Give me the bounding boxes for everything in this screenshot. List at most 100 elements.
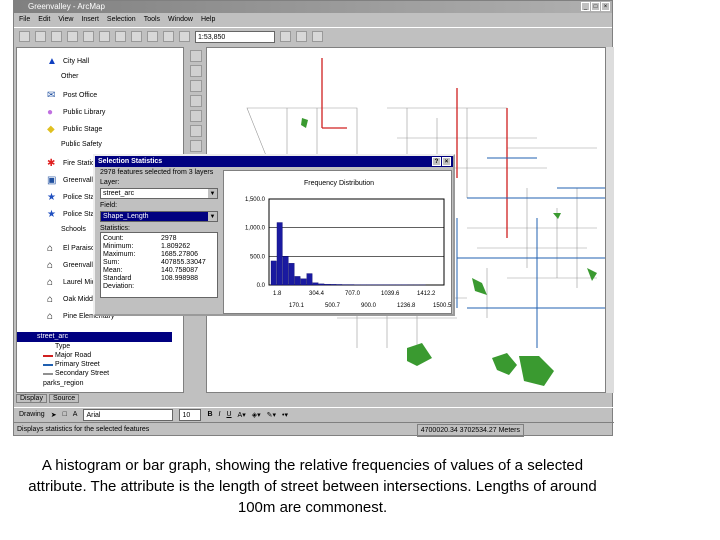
toc-item[interactable]: Schools [61, 226, 86, 233]
field-dropdown[interactable]: Shape_Length ▼ [100, 211, 218, 222]
copy-icon[interactable] [99, 31, 110, 42]
underline-icon[interactable]: U [226, 411, 231, 418]
save-icon[interactable] [51, 31, 62, 42]
undo-icon[interactable] [147, 31, 158, 42]
whats-this-icon[interactable] [312, 31, 323, 42]
back-icon[interactable] [190, 140, 202, 152]
cut-icon[interactable] [83, 31, 94, 42]
x-tick-label: 170.1 [289, 303, 305, 309]
statistic-value: 407855.33047 [161, 259, 206, 266]
toc-item[interactable]: ◆ Public Stage [47, 124, 102, 135]
legend-item: Secondary Street [43, 370, 109, 377]
toc-item[interactable]: ⌂ El Paraiso [47, 243, 95, 254]
font-color-icon[interactable]: A▾ [238, 411, 246, 419]
tab-source[interactable]: Source [48, 394, 80, 403]
menu-tools[interactable]: Tools [144, 13, 160, 27]
star-icon: ★ [47, 209, 56, 220]
field-label: Field: [100, 202, 118, 209]
statistic-value: 140.758087 [161, 267, 198, 274]
chart-title: Frequency Distribution [304, 180, 374, 187]
menu-selection[interactable]: Selection [107, 13, 136, 27]
fill-color-icon[interactable]: ◈▾ [252, 411, 261, 419]
menu-bar: File Edit View Insert Selection Tools Window He… [14, 13, 612, 27]
select-elements-icon[interactable]: ➤ [51, 411, 57, 419]
toc-item-label: City Hall [63, 57, 90, 65]
toc-item[interactable]: ▲ City Hall [47, 56, 90, 67]
menu-insert[interactable]: Insert [81, 13, 99, 27]
toc-item[interactable]: ✉ Post Office [47, 90, 97, 101]
fixed-zoom-out-icon[interactable] [190, 95, 202, 107]
menu-window[interactable]: Window [168, 13, 193, 27]
histogram-bar [276, 222, 283, 286]
toc-item[interactable]: Public Safety [61, 141, 102, 148]
circle-icon: ● [47, 107, 54, 118]
dialog-close-button[interactable]: × [442, 157, 451, 166]
full-extent-icon[interactable] [190, 125, 202, 137]
tab-display[interactable]: Display [16, 394, 47, 403]
school-icon: ⌂ [47, 311, 54, 322]
pan-icon[interactable] [190, 110, 202, 122]
x-tick-label: 304.4 [309, 291, 325, 297]
redo-icon[interactable] [163, 31, 174, 42]
toc-item[interactable]: ✱ Fire Station [47, 158, 99, 169]
title-bar: Greenvalley - ArcMap _ □ × [14, 1, 612, 13]
open-icon[interactable] [35, 31, 46, 42]
marker-color-icon[interactable]: •▾ [282, 411, 288, 419]
selected-layer[interactable]: street_arc [17, 332, 172, 342]
bold-icon[interactable]: B [207, 411, 212, 418]
y-tick-label: 0.0 [257, 283, 266, 289]
statistic-name: Standard Deviation: [103, 275, 135, 290]
add-data-icon[interactable] [179, 31, 190, 42]
building-icon: ▣ [47, 175, 57, 186]
delete-icon[interactable] [131, 31, 142, 42]
toc-item[interactable]: ⌂ Oak Middle [47, 294, 98, 305]
menu-help[interactable]: Help [201, 13, 215, 27]
x-tick-label: 1.8 [273, 291, 282, 297]
x-tick-label: 900.0 [361, 303, 377, 309]
close-button[interactable]: × [601, 2, 610, 11]
drawing-menu[interactable]: Drawing [19, 411, 45, 418]
minimize-button[interactable]: _ [581, 2, 590, 11]
chevron-down-icon[interactable]: ▼ [208, 212, 217, 221]
dialog-title: Selection Statistics [98, 158, 163, 165]
toc-tabs: Display Source [16, 394, 80, 403]
histogram-bar [270, 260, 277, 286]
x-tick-label: 1500.5 [433, 303, 452, 309]
toc-item-label: Public Safety [61, 141, 102, 148]
zoom-in-icon[interactable] [190, 50, 202, 62]
map-vertical-scrollbar[interactable] [606, 47, 614, 393]
statistic-name: Count: [103, 235, 124, 242]
histogram-bar [300, 278, 307, 286]
text-icon[interactable]: A [73, 411, 78, 418]
menu-file[interactable]: File [19, 13, 30, 27]
help-button[interactable]: ? [432, 157, 441, 166]
menu-edit[interactable]: Edit [38, 13, 50, 27]
scale-combo[interactable]: 1:53,850 [195, 30, 275, 43]
layer-dropdown[interactable]: street_arc ▼ [100, 188, 218, 199]
toc-layer-parks[interactable]: parks_region [43, 380, 83, 387]
new-icon[interactable] [19, 31, 30, 42]
maximize-button[interactable]: □ [591, 2, 600, 11]
arctoolbox-icon[interactable] [296, 31, 307, 42]
toc-item-label: Schools [61, 226, 86, 233]
editor-icon[interactable] [280, 31, 291, 42]
chevron-down-icon[interactable]: ▼ [208, 189, 217, 198]
fixed-zoom-in-icon[interactable] [190, 80, 202, 92]
toc-item[interactable]: ● Public Library [47, 107, 105, 118]
rectangle-icon[interactable]: □ [63, 411, 67, 418]
italic-icon[interactable]: I [219, 411, 221, 418]
histogram-bar [288, 263, 295, 286]
line-color-icon[interactable]: ✎▾ [267, 411, 276, 419]
font-combo[interactable]: Arial [83, 408, 174, 421]
selection-statistics-dialog: Selection Statistics ? × 2978 features se… [93, 154, 455, 316]
font-size-combo[interactable]: 10 [179, 408, 202, 421]
toc-item[interactable]: Other [61, 73, 79, 80]
print-icon[interactable] [67, 31, 78, 42]
x-tick-label: 707.0 [345, 291, 361, 297]
x-tick-label: 1236.8 [397, 303, 416, 309]
coordinate-readout: 4700020.34 3702534.27 Meters [416, 424, 524, 437]
paste-icon[interactable] [115, 31, 126, 42]
zoom-out-icon[interactable] [190, 65, 202, 77]
histogram-bar [282, 256, 289, 286]
menu-view[interactable]: View [58, 13, 73, 27]
